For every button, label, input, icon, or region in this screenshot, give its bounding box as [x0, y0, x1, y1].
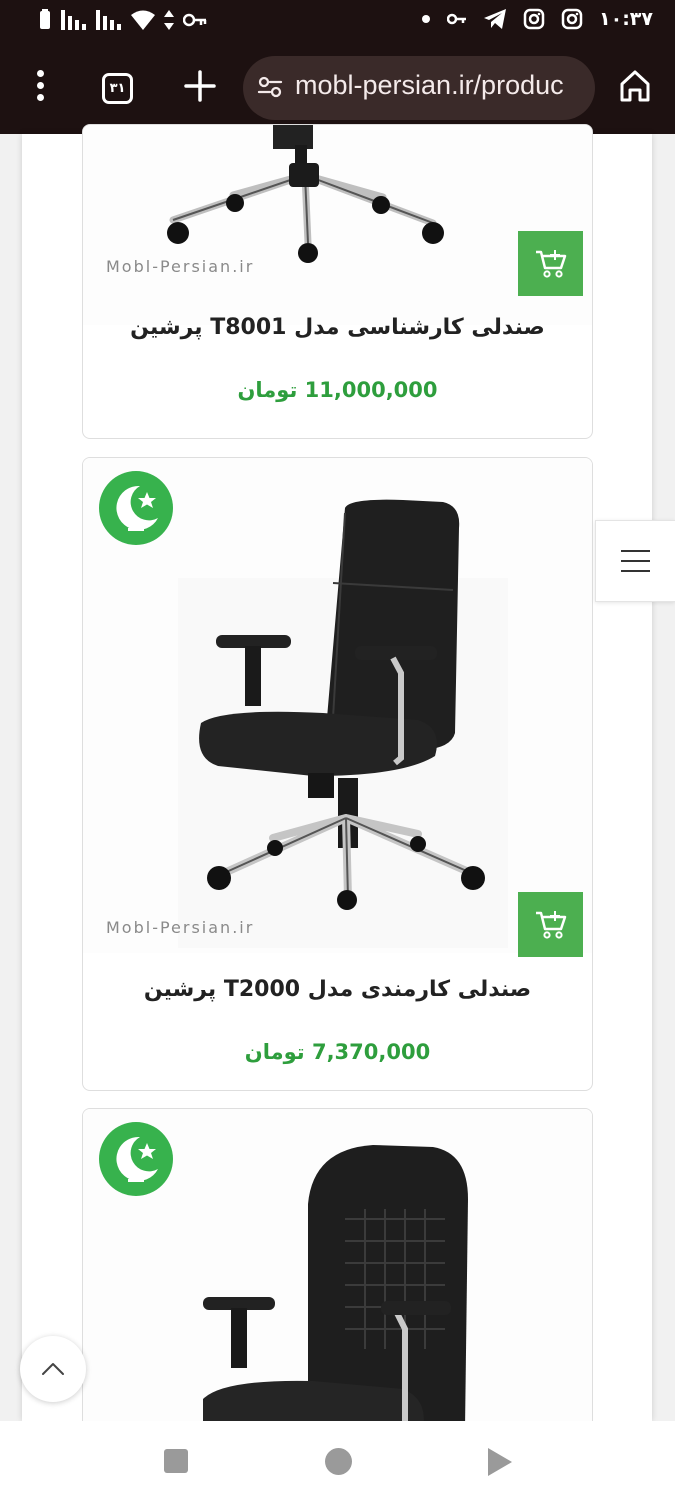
chevron-up-icon — [42, 1363, 64, 1375]
add-to-cart-button[interactable] — [518, 231, 583, 296]
product-card[interactable]: Mobl-Persian.ir صندلی کارمندی مدل T2000 … — [82, 457, 593, 1091]
back-to-top-button[interactable] — [20, 1336, 86, 1402]
watermark: Mobl-Persian.ir — [106, 257, 255, 276]
new-tab-plus-icon[interactable] — [183, 64, 217, 108]
brand-badge-icon — [99, 471, 173, 545]
url-text[interactable]: mobl-persian.ir/produc — [295, 70, 564, 101]
watermark: Mobl-Persian.ir — [106, 918, 255, 937]
status-time: ۱۰:۳۷ — [599, 8, 653, 30]
status-left-icons — [38, 9, 207, 31]
key-icon — [447, 13, 466, 25]
recents-icon[interactable] — [164, 1449, 188, 1473]
product-image[interactable] — [83, 125, 592, 325]
screen: ۱۰:۳۷ ۳۱ mobl-persian.ir/produc Mobl-Per… — [0, 0, 675, 1500]
chair-image — [167, 125, 444, 263]
status-bar: ۱۰:۳۷ — [0, 0, 675, 42]
back-icon[interactable] — [488, 1448, 512, 1476]
home-nav-icon[interactable] — [325, 1448, 352, 1475]
side-menu-button[interactable] — [595, 520, 675, 602]
system-nav-bar — [0, 1421, 675, 1500]
product-title[interactable]: صندلی کارمندی مدل T2000 پرشین — [83, 977, 592, 1002]
dot-icon — [422, 15, 430, 23]
menu-dots-icon[interactable] — [28, 70, 52, 106]
product-price: 11,000,000 تومان — [237, 378, 438, 402]
add-to-cart-button[interactable] — [518, 892, 583, 957]
product-title[interactable]: صندلی کارشناسی مدل T8001 پرشین — [83, 315, 592, 340]
site-settings-icon[interactable] — [257, 74, 283, 100]
battery-icon — [40, 9, 50, 29]
browser-toolbar: ۳۱ mobl-persian.ir/produc — [0, 42, 675, 134]
data-arrows-icon — [164, 10, 174, 30]
home-icon[interactable] — [618, 68, 652, 104]
telegram-icon — [484, 9, 506, 29]
brand-badge-icon — [99, 1122, 173, 1196]
tabs-button[interactable]: ۳۱ — [102, 73, 133, 104]
cart-icon — [535, 910, 566, 939]
page-content: Mobl-Persian.ir صندلی کارشناسی مدل T8001… — [22, 124, 652, 1438]
instagram-icon — [523, 8, 545, 30]
signal-icon — [96, 10, 121, 30]
instagram-icon — [561, 8, 583, 30]
product-card[interactable]: Mobl-Persian.ir صندلی کارشناسی مدل T8001… — [82, 124, 593, 439]
product-card[interactable] — [82, 1108, 593, 1438]
address-bar[interactable]: mobl-persian.ir/produc — [243, 56, 595, 120]
status-right-icons: ۱۰:۳۷ — [421, 8, 653, 30]
signal-icon — [61, 10, 86, 30]
product-price: 7,370,000 تومان — [244, 1040, 431, 1064]
vpn-key-icon — [183, 13, 207, 27]
wifi-icon — [131, 10, 155, 30]
cart-icon — [535, 249, 566, 278]
